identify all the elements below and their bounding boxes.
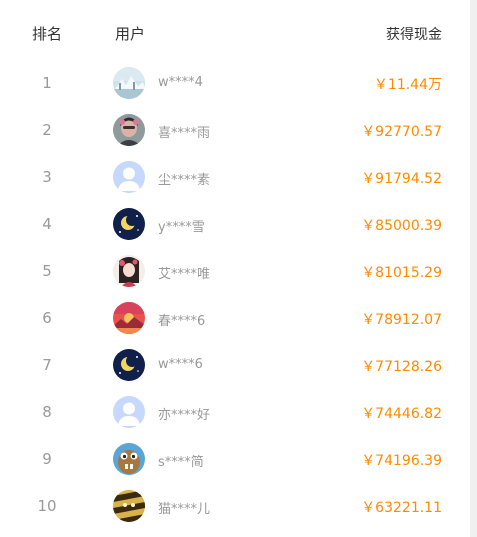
leaderboard-row: 2 喜****雨 ￥92770.57 <box>0 107 470 154</box>
leaderboard-row: 5 艾****唯 ￥81015.29 <box>0 248 470 295</box>
rank-number: 2 <box>42 121 52 139</box>
cash-amount: ￥91794.52 <box>361 171 442 187</box>
rank-number: 8 <box>42 403 52 421</box>
leaderboard: 排名 用户 获得现金 1 w****4 ￥11.44万 2 喜****雨 ￥92… <box>0 0 470 537</box>
rank-number: 1 <box>42 74 52 92</box>
page-edge-gutter <box>470 0 477 537</box>
username: 喜****雨 <box>158 126 211 141</box>
rank-number: 6 <box>42 309 52 327</box>
leaderboard-row: 9 s****简 ￥74196.39 <box>0 436 470 483</box>
cash-amount: ￥81015.29 <box>361 265 442 281</box>
snowy-landscape-avatar <box>113 67 145 99</box>
rank-number: 7 <box>42 356 52 374</box>
cartoon-character-avatar <box>113 443 145 475</box>
leaderboard-row: 3 尘****素 ￥91794.52 <box>0 154 470 201</box>
rank-column-header: 排名 <box>31 25 62 43</box>
cash-amount: ￥78912.07 <box>361 312 442 328</box>
leaderboard-row: 10 猫****儿 ￥63221.11 <box>0 483 470 530</box>
cash-amount: ￥85000.39 <box>361 218 442 234</box>
cash-amount: ￥63221.11 <box>361 500 442 516</box>
rank-number: 9 <box>42 450 52 468</box>
cash-column-header: 获得现金 <box>386 27 442 43</box>
leaderboard-header: 排名 用户 获得现金 <box>0 0 470 60</box>
rank-number: 5 <box>42 262 52 280</box>
username: 亦****好 <box>158 408 211 423</box>
cash-amount: ￥77128.26 <box>361 359 442 375</box>
username: w****4 <box>158 75 203 90</box>
rank-number: 3 <box>42 168 52 186</box>
cash-amount: ￥92770.57 <box>361 124 442 140</box>
rank-number: 10 <box>37 497 57 515</box>
cash-amount: ￥11.44万 <box>373 77 442 93</box>
rank-number: 4 <box>42 215 52 233</box>
leaderboard-row: 8 亦****好 ￥74446.82 <box>0 389 470 436</box>
leaderboard-row: 7 w****6 ￥77128.26 <box>0 342 470 389</box>
user-column-header: 用户 <box>115 25 146 43</box>
username: y****雪 <box>158 220 205 235</box>
username: 猫****儿 <box>158 502 211 517</box>
illustrated-girl-avatar <box>113 255 145 287</box>
moon-night-avatar <box>113 349 145 381</box>
default-user-avatar <box>113 396 145 428</box>
cash-amount: ￥74446.82 <box>361 406 442 422</box>
username: 艾****唯 <box>158 267 211 282</box>
leaderboard-row: 4 y****雪 ￥85000.39 <box>0 201 470 248</box>
username: s****简 <box>158 455 204 470</box>
leaderboard-row: 1 w****4 ￥11.44万 <box>0 60 470 107</box>
username: w****6 <box>158 357 203 372</box>
username: 春****6 <box>158 314 206 329</box>
moon-night-avatar <box>113 208 145 240</box>
sunset-landscape-avatar <box>113 302 145 334</box>
default-user-avatar <box>113 161 145 193</box>
person-photo-avatar <box>113 114 145 146</box>
bee-pattern-avatar <box>113 490 145 522</box>
cash-amount: ￥74196.39 <box>361 453 442 469</box>
username: 尘****素 <box>158 173 211 188</box>
leaderboard-row: 6 春****6 ￥78912.07 <box>0 295 470 342</box>
